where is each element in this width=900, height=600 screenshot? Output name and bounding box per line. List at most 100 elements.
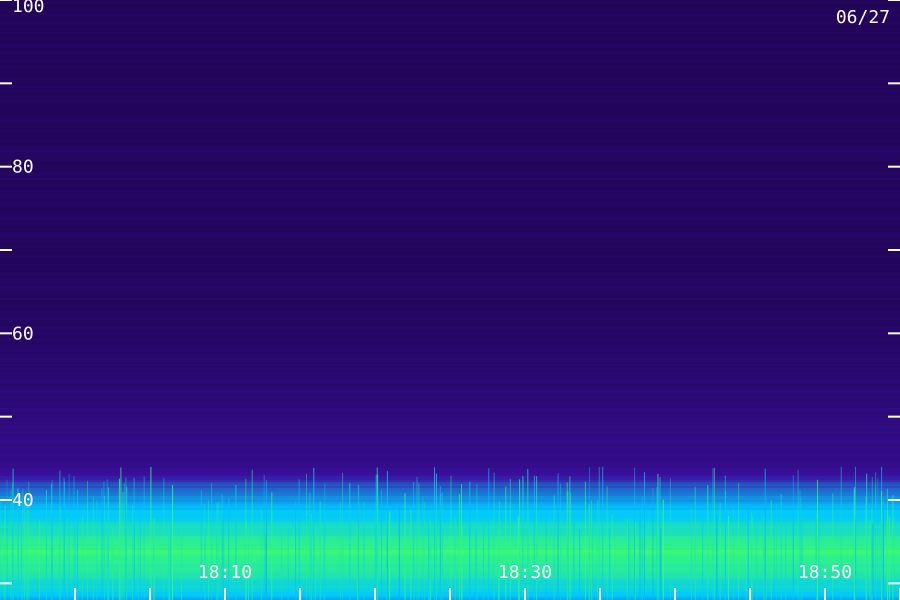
signal-streak: [877, 478, 879, 600]
signal-streak: [428, 515, 430, 600]
signal-streak: [287, 527, 289, 600]
signal-streak: [375, 474, 377, 600]
signal-streak: [96, 499, 98, 600]
signal-streak: [569, 476, 571, 600]
signal-streak: [170, 509, 172, 600]
signal-streak: [545, 510, 547, 600]
signal-streak: [24, 498, 26, 600]
signal-streak: [310, 513, 312, 600]
signal-streak: [139, 506, 141, 600]
signal-streak: [218, 501, 220, 600]
signal-streak: [112, 528, 114, 600]
signal-streak: [628, 521, 630, 600]
signal-streak: [389, 511, 391, 600]
signal-streak: [669, 478, 671, 600]
signal-streak: [517, 516, 519, 600]
signal-streak: [888, 516, 890, 600]
signal-streak: [429, 510, 430, 600]
signal-streak: [143, 476, 145, 600]
x-tick-label: 18:10: [198, 562, 252, 583]
signal-streak: [719, 503, 721, 600]
signal-streak: [598, 466, 600, 600]
signal-streak: [785, 521, 787, 600]
signal-streak: [747, 506, 749, 600]
signal-streak: [66, 517, 68, 600]
signal-streak: [713, 467, 715, 600]
signal-streak: [434, 467, 435, 600]
signal-streak: [886, 488, 888, 600]
signal-streak: [733, 507, 734, 600]
signal-streak: [435, 473, 437, 600]
signal-streak: [869, 519, 871, 600]
signal-streak: [875, 485, 877, 600]
signal-streak: [309, 492, 311, 600]
signal-streak: [123, 483, 125, 600]
signal-streak: [122, 492, 124, 600]
signal-streak: [319, 501, 321, 600]
signal-streak: [644, 472, 645, 600]
signal-streak: [381, 489, 382, 600]
signal-streak: [475, 529, 477, 600]
signal-streak: [104, 496, 105, 600]
signal-streak: [306, 473, 307, 600]
signal-streak: [167, 523, 169, 600]
signal-streak: [853, 488, 855, 600]
signal-streak: [763, 516, 765, 600]
signal-streak: [208, 500, 210, 600]
signal-streak: [573, 510, 575, 600]
signal-streak: [728, 516, 730, 600]
signal-streak: [386, 471, 388, 600]
signal-streak: [120, 467, 122, 600]
signal-streak: [298, 479, 300, 600]
signal-streak: [660, 528, 662, 600]
signal-streak: [662, 499, 664, 600]
y-tick-label: 60: [12, 323, 34, 344]
signal-streak: [64, 481, 66, 600]
signal-streak: [413, 528, 415, 600]
signal-streak: [566, 482, 568, 600]
signal-streak: [323, 530, 325, 600]
signal-streak: [770, 500, 772, 600]
signal-streak: [101, 488, 103, 600]
signal-streak: [271, 492, 273, 600]
signal-streak: [295, 500, 297, 600]
signal-streak: [609, 528, 611, 600]
signal-streak: [77, 489, 78, 600]
signal-streak: [260, 508, 262, 600]
signal-streak: [461, 484, 462, 600]
signal-streak: [872, 523, 874, 600]
y-tick-label: 40: [12, 490, 34, 511]
signal-streak: [776, 504, 778, 600]
signal-streak: [691, 510, 692, 600]
signal-streak: [59, 470, 61, 600]
x-tick-label: 18:30: [498, 562, 552, 583]
signal-streak: [87, 480, 88, 600]
signal-streak: [483, 522, 484, 600]
signal-streak: [641, 495, 643, 600]
signal-streak: [553, 495, 555, 600]
signal-streak: [45, 490, 47, 600]
signal-streak: [659, 477, 661, 600]
signal-streak: [281, 521, 283, 600]
signal-streak: [410, 509, 412, 600]
signal-streak: [879, 532, 881, 600]
signal-streak: [590, 500, 592, 600]
signal-streak: [169, 528, 171, 600]
signal-streak: [588, 504, 590, 600]
signal-streak: [892, 529, 894, 600]
signal-streak: [172, 485, 174, 600]
signal-streak: [450, 475, 452, 600]
signal-streak: [832, 493, 834, 600]
signal-streak: [200, 490, 202, 600]
signal-streak: [602, 466, 604, 600]
signal-streak: [462, 527, 464, 600]
signal-streak: [107, 487, 109, 600]
signal-streak: [816, 513, 818, 600]
signal-streak: [92, 496, 94, 600]
signal-streak: [68, 474, 70, 600]
signal-streak: [694, 486, 696, 600]
signal-streak: [439, 486, 441, 600]
signal-streak: [596, 500, 598, 600]
signal-streak: [639, 511, 641, 600]
signal-streak: [51, 514, 53, 600]
